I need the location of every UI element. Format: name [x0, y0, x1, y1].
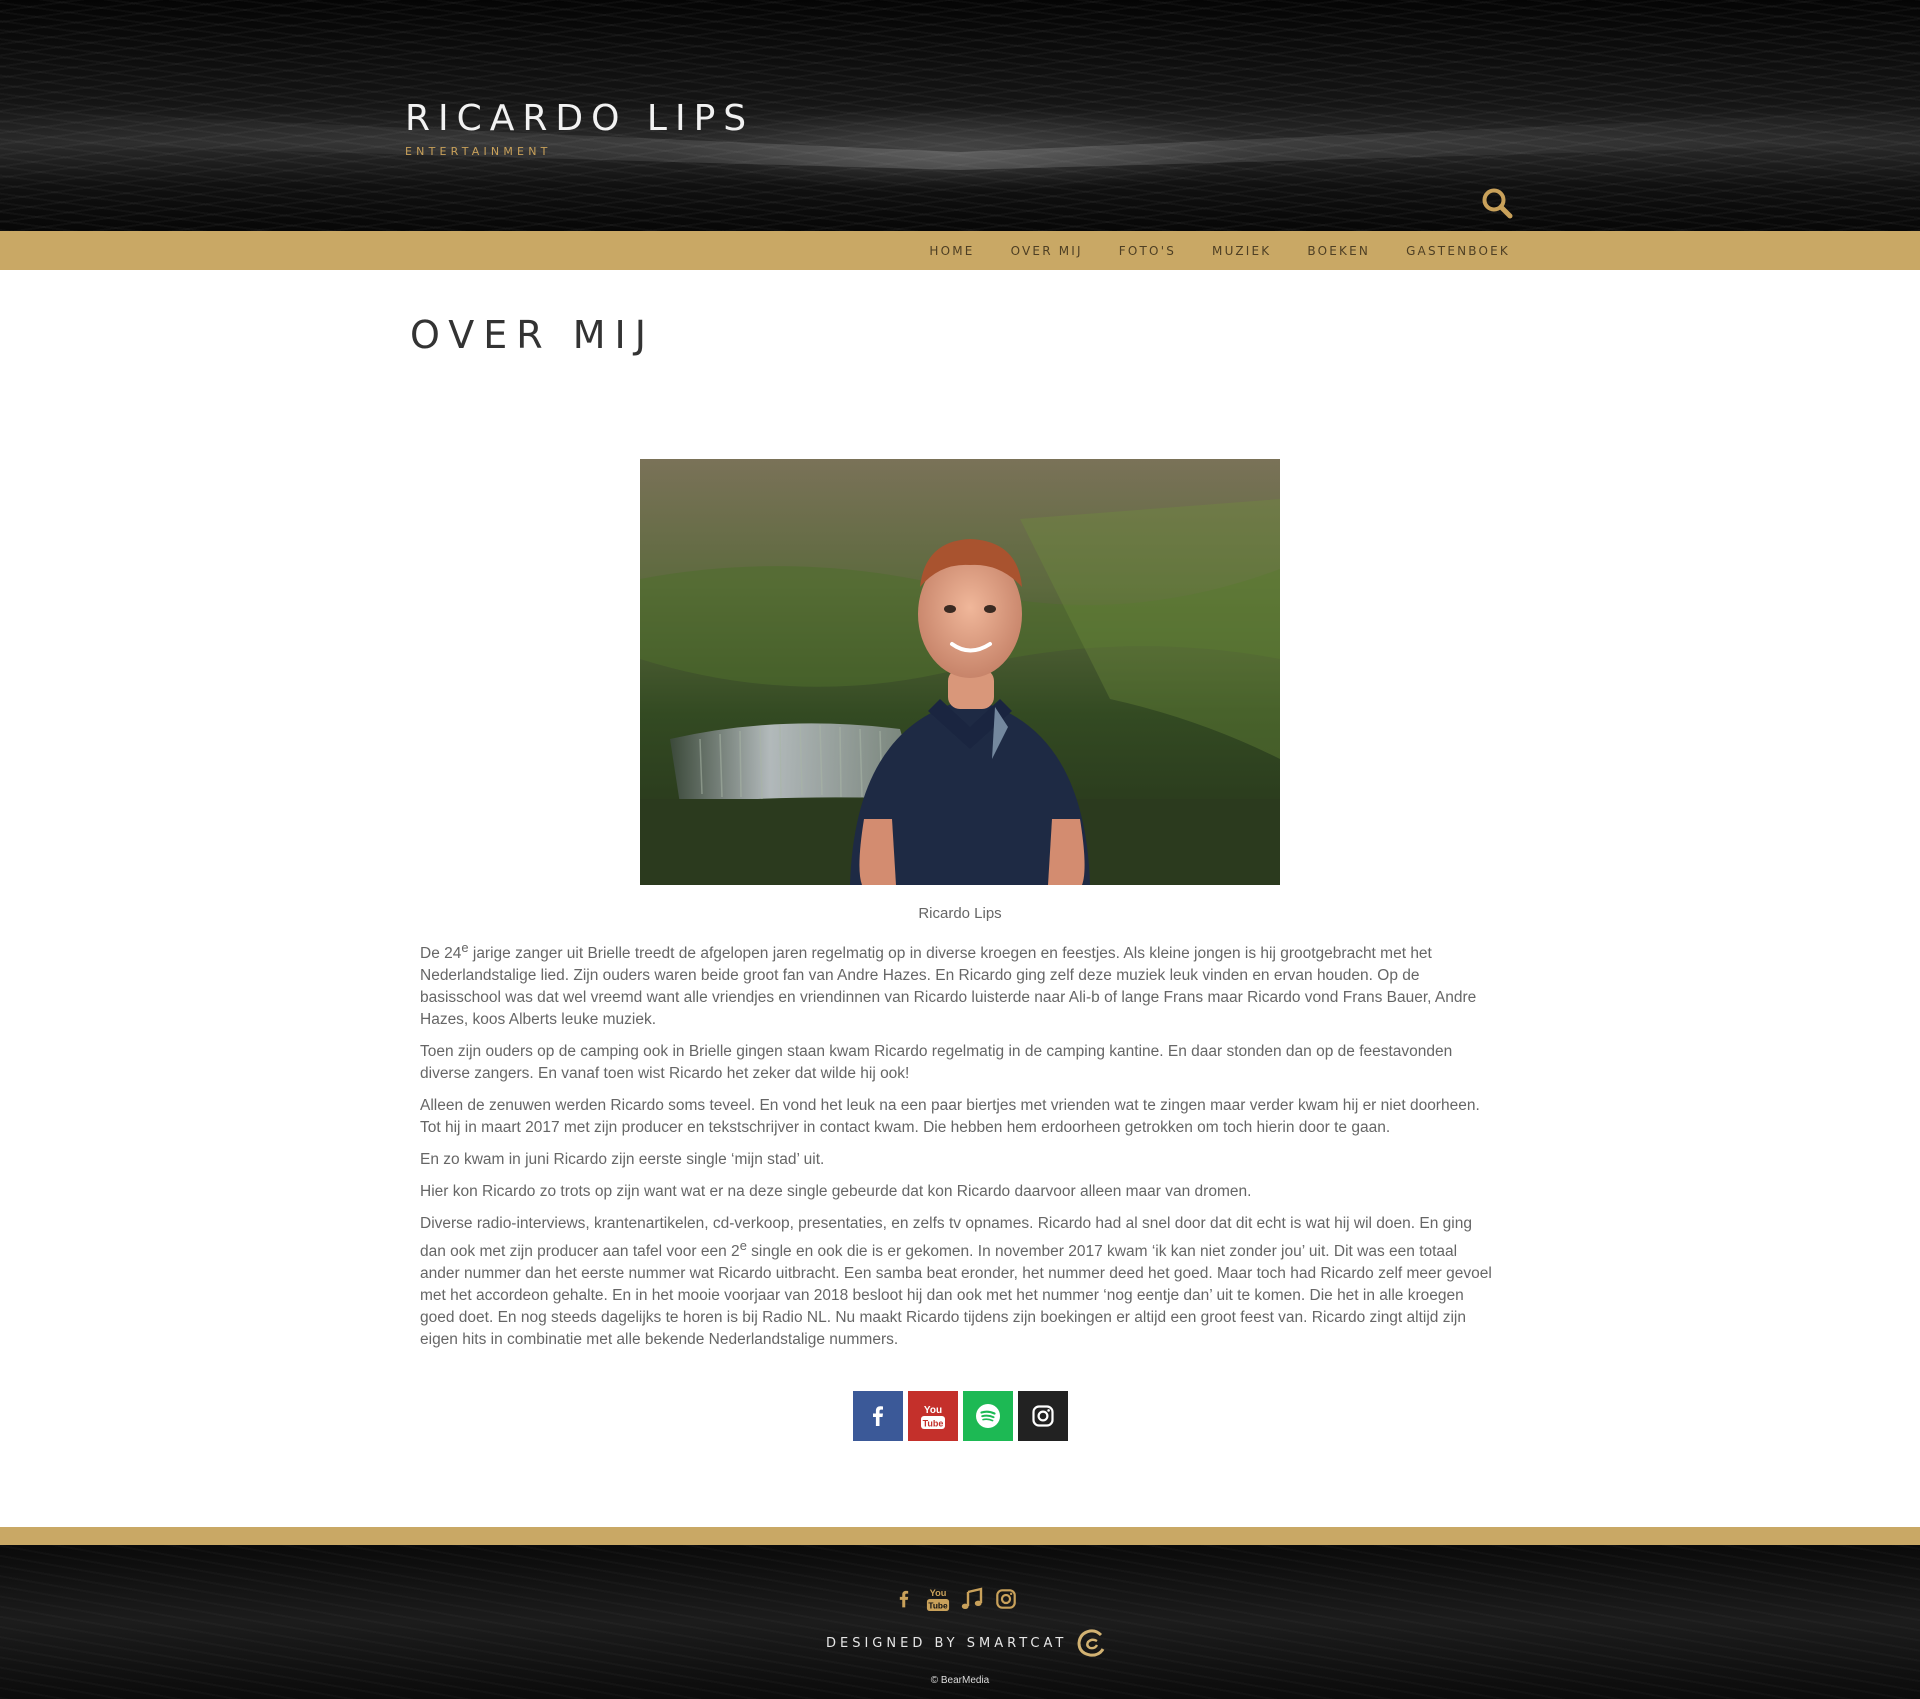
designed-by-credit[interactable]: DESIGNED BY SMARTCAT — [826, 1627, 1107, 1659]
logo-subtitle: ENTERTAINMENT — [405, 145, 552, 158]
nav-item-muziek[interactable]: MUZIEK — [1212, 244, 1271, 258]
main-nav: HOME OVER MIJ FOTO'S MUZIEK BOEKEN GASTE… — [0, 231, 1920, 270]
site-logo[interactable]: RICARDO LIPS ENTERTAINMENT — [405, 98, 754, 158]
footer-accent-bar — [0, 1527, 1920, 1545]
spotify-button[interactable] — [963, 1391, 1013, 1441]
music-note-icon[interactable] — [958, 1585, 986, 1613]
facebook-icon[interactable] — [890, 1585, 918, 1613]
nav-item-over-mij[interactable]: OVER MIJ — [1011, 244, 1083, 258]
nav-item-home[interactable]: HOME — [929, 244, 974, 258]
nav-item-gastenboek[interactable]: GASTENBOEK — [1406, 244, 1510, 258]
svg-text:Tube: Tube — [923, 1419, 944, 1429]
svg-text:You: You — [930, 1588, 947, 1598]
youtube-icon[interactable]: You Tube — [924, 1585, 952, 1613]
site-footer: You Tube DESIGNED BY SMARTCAT © BearMedi… — [0, 1545, 1920, 1699]
paragraph: Alleen de zenuwen werden Ricardo soms te… — [420, 1097, 1480, 1137]
site-header: RICARDO LIPS ENTERTAINMENT — [0, 0, 1920, 231]
page-title: OVER MIJ — [410, 313, 655, 357]
youtube-icon: You Tube — [921, 1405, 945, 1429]
smartcat-logo-icon — [1077, 1629, 1105, 1657]
nav-item-boeken[interactable]: BOEKEN — [1307, 244, 1370, 258]
copyright-text: © BearMedia — [930, 1675, 990, 1686]
instagram-icon[interactable] — [992, 1585, 1020, 1613]
about-text: De 24e jarige zanger uit Brielle treedt … — [420, 937, 1500, 1361]
svg-text:You: You — [924, 1405, 942, 1416]
spotify-icon — [976, 1404, 1000, 1428]
designed-by-text: DESIGNED BY SMARTCAT — [826, 1635, 1068, 1651]
search-icon[interactable] — [1480, 186, 1514, 220]
paragraph: En zo kwam in juni Ricardo zijn eerste s… — [420, 1151, 825, 1169]
paragraph: Hier kon Ricardo zo trots op zijn want w… — [420, 1183, 1252, 1201]
photo-caption: Ricardo Lips — [918, 905, 1002, 922]
youtube-button[interactable]: You Tube — [908, 1391, 958, 1441]
logo-title: RICARDO LIPS — [405, 98, 755, 139]
nav-items: HOME OVER MIJ FOTO'S MUZIEK BOEKEN GASTE… — [893, 231, 1510, 270]
paragraph: Diverse radio-interviews, krantenartikel… — [420, 1215, 1492, 1349]
footer-social-icons: You Tube — [890, 1585, 1026, 1613]
facebook-icon — [873, 1406, 883, 1426]
profile-photo — [640, 459, 1280, 885]
paragraph: De 24e jarige zanger uit Brielle treedt … — [420, 940, 1477, 1029]
nav-item-fotos[interactable]: FOTO'S — [1119, 244, 1176, 258]
svg-text:Tube: Tube — [928, 1601, 948, 1611]
social-buttons: You Tube — [853, 1391, 1073, 1441]
paragraph: Toen zijn ouders op de camping ook in Br… — [420, 1043, 1453, 1083]
instagram-button[interactable] — [1018, 1391, 1068, 1441]
facebook-button[interactable] — [853, 1391, 903, 1441]
instagram-icon — [1032, 1405, 1054, 1427]
